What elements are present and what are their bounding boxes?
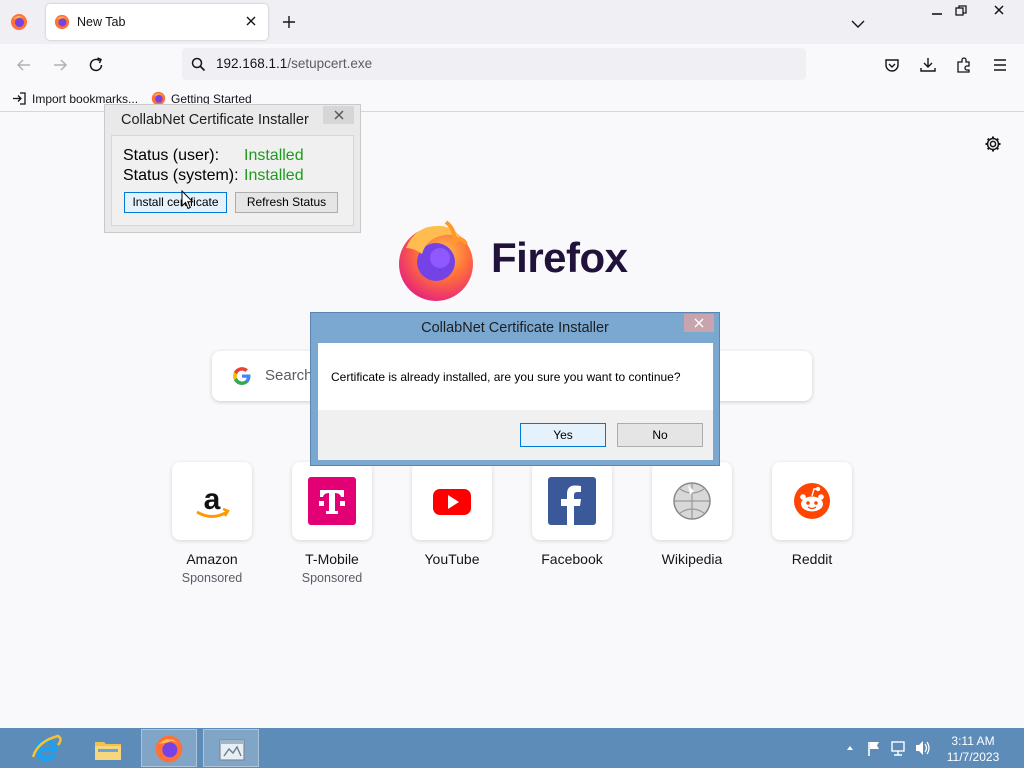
shortcut-label: Facebook bbox=[541, 551, 603, 567]
shortcut-tile[interactable]: a bbox=[172, 462, 252, 540]
url-text[interactable]: 192.168.1.1/setupcert.exe bbox=[216, 56, 372, 71]
gear-icon[interactable] bbox=[984, 135, 1002, 153]
action-center-flag-icon[interactable] bbox=[866, 728, 882, 768]
shortcut-label: T-Mobile bbox=[305, 551, 359, 567]
tmobile-icon bbox=[308, 477, 356, 525]
dialog-close-button[interactable] bbox=[684, 314, 714, 332]
sponsored-label: Sponsored bbox=[181, 571, 243, 585]
shortcut-tile[interactable] bbox=[772, 462, 852, 540]
search-icon bbox=[191, 57, 206, 72]
shortcut-label: YouTube bbox=[424, 551, 480, 567]
mouse-pointer-icon bbox=[181, 189, 194, 210]
firefox-wordmark: Firefox bbox=[491, 234, 628, 281]
no-button[interactable]: No bbox=[617, 423, 703, 447]
dialog-message: Certificate is already installed, are yo… bbox=[331, 370, 681, 384]
firefox-view-icon[interactable] bbox=[10, 13, 28, 31]
firefox-favicon-icon bbox=[54, 14, 70, 30]
folder-icon bbox=[95, 742, 121, 760]
tab-title: New Tab bbox=[77, 15, 126, 29]
shortcut-tile[interactable] bbox=[292, 462, 372, 540]
shortcut-tile[interactable] bbox=[652, 462, 732, 540]
tab-strip: New Tab bbox=[0, 0, 1024, 44]
firefox-taskbar-button[interactable] bbox=[141, 729, 197, 767]
shortcut-label: Amazon bbox=[186, 551, 238, 567]
shortcut-youtube[interactable]: YouTube bbox=[412, 462, 492, 567]
show-hidden-icons-chevron-icon[interactable] bbox=[844, 728, 856, 768]
google-icon bbox=[232, 366, 252, 386]
shortcut-tmobile[interactable]: T-Mobile Sponsored bbox=[292, 462, 372, 585]
shortcut-label: Reddit bbox=[791, 551, 833, 567]
search-placeholder: Search bbox=[265, 367, 313, 384]
amazon-icon: a bbox=[188, 477, 236, 525]
refresh-status-button[interactable]: Refresh Status bbox=[235, 192, 338, 213]
shortcut-facebook[interactable]: Facebook bbox=[532, 462, 612, 567]
shortcut-wikipedia[interactable]: Wikipedia bbox=[652, 462, 732, 567]
pocket-icon[interactable] bbox=[883, 56, 901, 74]
dialog-body: Certificate is already installed, are yo… bbox=[318, 343, 713, 460]
status-user-label: Status (user): bbox=[123, 147, 220, 164]
sponsored-label: Sponsored bbox=[301, 571, 363, 585]
network-icon[interactable] bbox=[890, 728, 908, 768]
shortcut-tile[interactable] bbox=[412, 462, 492, 540]
internet-explorer-button[interactable] bbox=[18, 729, 74, 767]
shortcut-label: Wikipedia bbox=[661, 551, 723, 567]
forward-arrow-icon[interactable] bbox=[51, 56, 69, 74]
dialog-message-area: Certificate is already installed, are yo… bbox=[318, 343, 713, 410]
new-tab-icon[interactable] bbox=[282, 15, 296, 29]
status-system-value: Installed bbox=[244, 167, 304, 184]
youtube-icon bbox=[428, 477, 476, 525]
dialog-title: CollabNet Certificate Installer bbox=[421, 320, 609, 336]
certificate-installer-window: CollabNet Certificate Installer Status (… bbox=[104, 104, 361, 233]
firefox-icon bbox=[155, 735, 183, 763]
url-host: 192.168.1.1 bbox=[216, 56, 288, 71]
navigation-toolbar: 192.168.1.1/setupcert.exe bbox=[0, 44, 1024, 86]
internet-explorer-icon bbox=[31, 734, 62, 761]
yes-button[interactable]: Yes bbox=[520, 423, 606, 447]
reddit-icon bbox=[788, 477, 836, 525]
file-explorer-button[interactable] bbox=[80, 729, 136, 767]
installer-title: CollabNet Certificate Installer bbox=[121, 112, 309, 128]
svg-text:a: a bbox=[204, 483, 221, 516]
reload-icon[interactable] bbox=[87, 56, 105, 74]
menu-hamburger-icon[interactable] bbox=[991, 56, 1009, 74]
extensions-icon[interactable] bbox=[955, 56, 973, 74]
close-tab-icon[interactable] bbox=[244, 14, 258, 28]
tab-new-tab[interactable]: New Tab bbox=[46, 4, 268, 40]
clock-date: 11/7/2023 bbox=[946, 750, 1000, 764]
confirm-dialog: CollabNet Certificate Installer Certific… bbox=[310, 312, 720, 466]
install-certificate-button[interactable]: Install certificate bbox=[124, 192, 227, 213]
application-window-icon bbox=[219, 739, 245, 761]
system-clock[interactable]: 3:11 AM 11/7/2023 bbox=[938, 733, 1008, 765]
installer-close-button[interactable] bbox=[323, 106, 354, 124]
shortcut-tile[interactable] bbox=[532, 462, 612, 540]
downloads-icon[interactable] bbox=[919, 56, 937, 74]
restore-icon[interactable] bbox=[946, 0, 976, 22]
address-bar[interactable]: 192.168.1.1/setupcert.exe bbox=[182, 48, 806, 80]
clock-time: 3:11 AM bbox=[951, 734, 995, 748]
wikipedia-icon bbox=[668, 477, 716, 525]
shortcut-amazon[interactable]: a Amazon Sponsored bbox=[172, 462, 252, 585]
taskbar: 3:11 AM 11/7/2023 bbox=[0, 728, 1024, 768]
status-system-label: Status (system): bbox=[123, 167, 239, 184]
installer-taskbar-button[interactable] bbox=[203, 729, 259, 767]
close-window-icon[interactable] bbox=[984, 0, 1018, 22]
facebook-icon bbox=[548, 477, 596, 525]
url-path: /setupcert.exe bbox=[287, 56, 373, 71]
chevron-down-icon[interactable] bbox=[851, 16, 865, 28]
shortcut-reddit[interactable]: Reddit bbox=[772, 462, 852, 567]
firefox-logo bbox=[396, 218, 480, 302]
installer-panel: Status (user): Installed Status (system)… bbox=[111, 135, 354, 226]
back-arrow-icon[interactable] bbox=[15, 56, 33, 74]
volume-speaker-icon[interactable] bbox=[914, 728, 932, 768]
status-user-value: Installed bbox=[244, 147, 304, 164]
